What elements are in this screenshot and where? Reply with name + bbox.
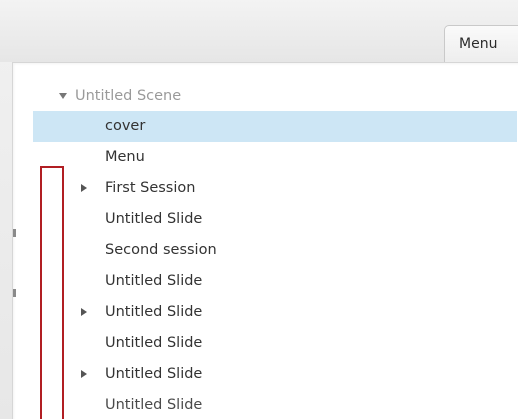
tree-scene-row[interactable]: Untitled Scene <box>33 81 517 112</box>
tree-item-untitled-slide[interactable]: Untitled Slide <box>33 297 517 328</box>
triangle-down-icon[interactable] <box>59 93 67 99</box>
tree-item-label: Second session <box>105 242 217 258</box>
panel-edge-mark <box>13 289 16 297</box>
tree-item-second-session[interactable]: Second session <box>33 235 517 266</box>
triangle-right-icon[interactable] <box>81 184 87 192</box>
tree-item-label: Untitled Slide <box>105 397 203 413</box>
tree-item-label: Untitled Slide <box>105 304 203 320</box>
tree-item-untitled-slide[interactable]: Untitled Slide <box>33 204 517 235</box>
scene-panel-window: Menu Untitled Scene cover Menu First Ses… <box>0 0 518 419</box>
tab-menu-label: Menu <box>459 36 498 52</box>
tree-item-untitled-slide[interactable]: Untitled Slide <box>33 359 517 390</box>
tree-item-untitled-slide[interactable]: Untitled Slide <box>33 328 517 359</box>
tree-item-untitled-slide[interactable]: Untitled Slide <box>33 390 517 419</box>
tree-item-label: Untitled Slide <box>105 273 203 289</box>
tree-item-label: Untitled Slide <box>105 366 203 382</box>
scene-tree-panel: Untitled Scene cover Menu First Session … <box>12 62 518 419</box>
tree-item-cover[interactable]: cover <box>33 111 517 142</box>
triangle-right-icon[interactable] <box>81 370 87 378</box>
tree-item-untitled-slide[interactable]: Untitled Slide <box>33 266 517 297</box>
tree-item-label: Untitled Slide <box>105 211 203 227</box>
tab-strip: Menu <box>0 0 518 63</box>
tree-item-label: Untitled Slide <box>105 335 203 351</box>
triangle-right-icon[interactable] <box>81 308 87 316</box>
tree-item-first-session[interactable]: First Session <box>33 173 517 204</box>
tree-item-label: Menu <box>105 149 145 165</box>
tree-item-menu[interactable]: Menu <box>33 142 517 173</box>
panel-edge-mark <box>13 229 16 237</box>
tab-menu[interactable]: Menu <box>444 25 518 63</box>
tree-item-label: First Session <box>105 180 196 196</box>
scene-label: Untitled Scene <box>75 88 182 104</box>
tree-item-label: cover <box>105 118 146 134</box>
